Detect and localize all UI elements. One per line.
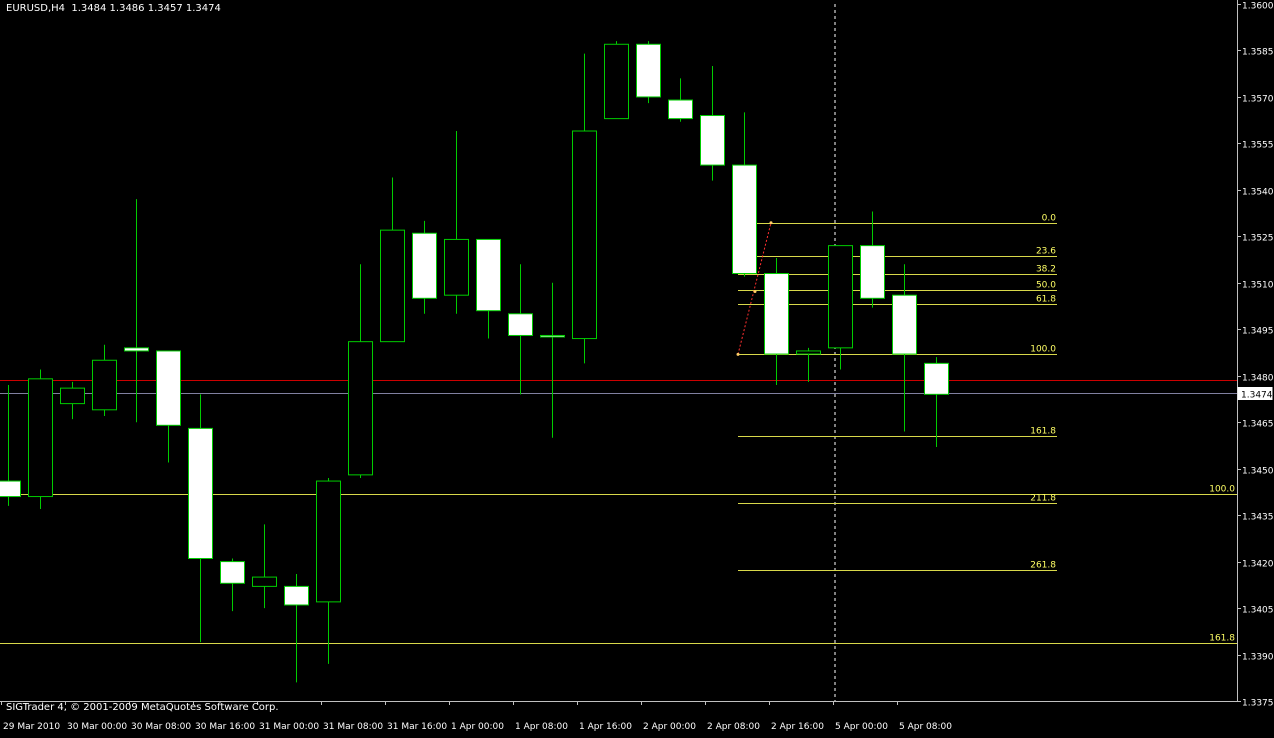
candle-body — [28, 378, 53, 498]
current-price-label: 1.3474 — [1241, 391, 1273, 401]
fib-level-label: 0.0 — [1042, 214, 1057, 224]
fib-level-label: 61.8 — [1036, 295, 1056, 305]
time-tick-label: 29 Mar 2010 — [3, 722, 60, 732]
candle-body — [156, 350, 181, 426]
candle-body — [924, 362, 949, 395]
price-tick-label: 1.3525 — [1242, 234, 1274, 244]
fib-anchor-point — [753, 290, 757, 294]
fib-level-label: 100.0 — [1030, 345, 1056, 355]
time-tick-label: 30 Mar 16:00 — [195, 722, 255, 732]
time-tick-label: 1 Apr 00:00 — [451, 722, 504, 732]
candle-body — [764, 273, 789, 355]
time-tick-label: 2 Apr 16:00 — [771, 722, 824, 732]
horizontal-line-label: 161.8 — [1209, 634, 1235, 644]
candle-body — [860, 245, 885, 299]
candle-body — [700, 115, 725, 166]
candle-body — [572, 130, 597, 340]
symbol-label: EURUSD,H4 — [6, 3, 66, 14]
candle-body — [0, 480, 21, 498]
candle-body — [892, 294, 917, 355]
price-tick-label: 1.3450 — [1242, 467, 1274, 477]
time-tick-label: 2 Apr 08:00 — [707, 722, 760, 732]
time-tick-label: 31 Mar 00:00 — [259, 722, 319, 732]
price-tick-label: 1.3585 — [1242, 48, 1274, 58]
fib-level-label: 211.8 — [1030, 494, 1056, 504]
time-tick-label: 5 Apr 08:00 — [899, 722, 952, 732]
time-tick-label: 1 Apr 08:00 — [515, 722, 568, 732]
time-tick-label: 5 Apr 00:00 — [835, 722, 888, 732]
fib-level-label: 261.8 — [1030, 561, 1056, 571]
candle-body — [476, 238, 501, 312]
fib-anchor-point — [736, 352, 740, 356]
candle-body — [508, 313, 533, 336]
candle-body — [220, 561, 245, 584]
candle-body — [252, 576, 277, 587]
candle-body — [380, 229, 405, 343]
price-tick-label: 1.3405 — [1242, 606, 1274, 616]
fib-level-label: 38.2 — [1036, 265, 1056, 275]
candle-body — [444, 238, 469, 296]
candle-body — [316, 480, 341, 603]
candle-body — [92, 359, 117, 411]
price-chart[interactable]: 100.0 161.8 0.0 23.6 38.2 50.0 61.8 100.0 161.8 2… — [0, 0, 1274, 734]
time-tick-label: 2 Apr 00:00 — [643, 722, 696, 732]
candle-body — [636, 43, 661, 98]
price-tick-label: 1.3375 — [1242, 699, 1274, 709]
candle-body — [188, 427, 213, 560]
price-tick-label: 1.3420 — [1242, 560, 1274, 570]
time-tick-label: 31 Mar 08:00 — [323, 722, 383, 732]
price-tick-label: 1.3600 — [1242, 2, 1274, 12]
time-tick-label: 30 Mar 00:00 — [67, 722, 127, 732]
candle-body — [284, 585, 309, 606]
horizontal-line-label: 100.0 — [1209, 485, 1235, 495]
fib-level-label: 161.8 — [1030, 427, 1056, 437]
candle-body — [60, 387, 85, 405]
copyright-footer: SIGTrader 4, © 2001-2009 MetaQuotes Soft… — [6, 702, 279, 713]
candle-body — [124, 347, 149, 352]
time-tick-label: 31 Mar 16:00 — [387, 722, 447, 732]
chart-background — [0, 0, 1274, 734]
time-tick-label: 1 Apr 16:00 — [579, 722, 632, 732]
time-tick-label: 30 Mar 08:00 — [131, 722, 191, 732]
candle-body — [668, 99, 693, 120]
candle-body — [732, 164, 757, 275]
price-tick-label: 1.3435 — [1242, 513, 1274, 523]
price-tick-label: 1.3390 — [1242, 653, 1274, 663]
candle-body — [412, 232, 437, 299]
candle-body — [796, 350, 821, 355]
candle-body — [604, 43, 629, 120]
price-tick-label: 1.3480 — [1242, 374, 1274, 384]
candle-body — [348, 341, 373, 476]
candle-body — [828, 245, 853, 349]
price-tick-label: 1.3465 — [1242, 420, 1274, 430]
fib-level-label: 23.6 — [1036, 247, 1056, 257]
price-tick-label: 1.3540 — [1242, 188, 1274, 198]
chart-area[interactable]: 100.0 161.8 0.0 23.6 38.2 50.0 61.8 100.0 161.8 2… — [0, 0, 1274, 734]
price-tick-label: 1.3570 — [1242, 95, 1274, 105]
ohlc-values: 1.3484 1.3486 1.3457 1.3474 — [71, 3, 221, 14]
price-tick-label: 1.3555 — [1242, 141, 1274, 151]
chart-header: EURUSD,H4 1.3484 1.3486 1.3457 1.3474 — [6, 3, 221, 14]
candle-body — [540, 334, 565, 338]
price-tick-label: 1.3510 — [1242, 281, 1274, 291]
price-tick-label: 1.3495 — [1242, 327, 1274, 337]
fib-level-label: 50.0 — [1036, 281, 1056, 291]
fib-anchor-point — [769, 221, 773, 225]
